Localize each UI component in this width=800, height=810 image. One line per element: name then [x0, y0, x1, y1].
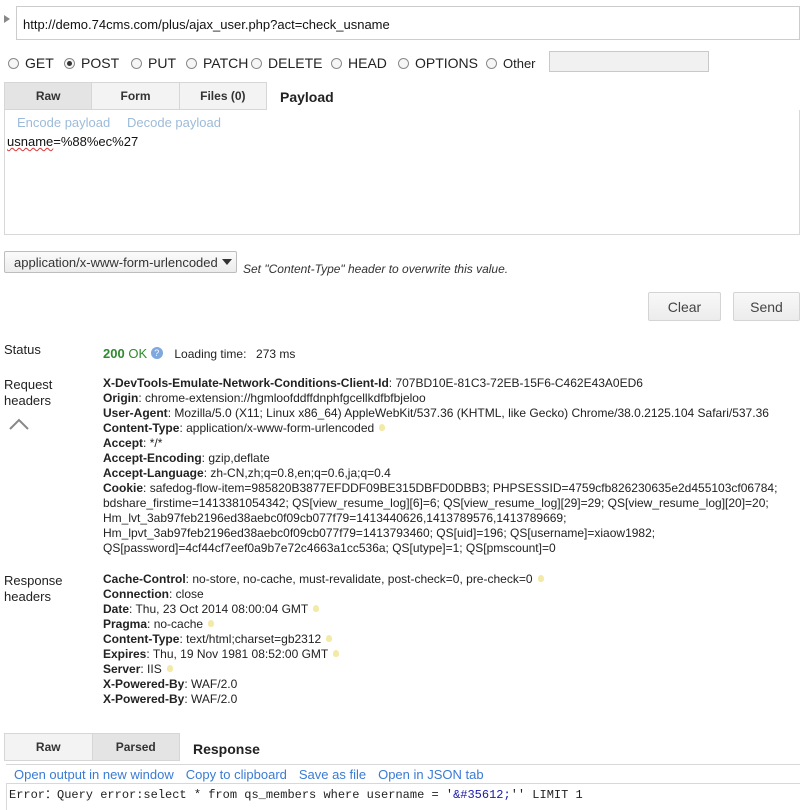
radio-icon — [186, 57, 197, 69]
content-type-hint: Set "Content-Type" header to overwrite t… — [243, 262, 509, 276]
radio-icon — [398, 57, 409, 69]
clear-button[interactable]: Clear — [648, 292, 721, 321]
response-header-row: X-Powered-By: WAF/2.0 — [103, 677, 238, 691]
method-label: PUT — [148, 55, 176, 71]
request-header-row: User-Agent: Mozilla/5.0 (X11; Linux x86_… — [103, 406, 769, 420]
method-label: Other — [503, 55, 536, 71]
radio-checked-icon — [64, 57, 75, 69]
send-button[interactable]: Send — [733, 292, 800, 321]
radio-icon — [486, 57, 497, 69]
response-header-row: X-Powered-By: WAF/2.0 — [103, 692, 238, 706]
method-get-radio[interactable]: GET — [8, 54, 54, 72]
lightbulb-icon[interactable] — [333, 650, 340, 657]
status-line: 200 OK ? Loading time: 273 ms — [103, 346, 295, 361]
response-highlight: &#35612; — [453, 788, 511, 802]
payload-param-name: usname — [7, 134, 54, 149]
lightbulb-icon[interactable] — [379, 424, 386, 431]
tab-raw[interactable]: Raw — [4, 82, 92, 110]
response-headers-label: Response headers — [4, 573, 63, 604]
response-title: Response — [193, 741, 260, 757]
response-header-row: Pragma: no-cache — [103, 617, 215, 632]
payload-toolbar — [4, 110, 800, 131]
response-header-row: Expires: Thu, 19 Nov 1981 08:52:00 GMT — [103, 647, 340, 662]
request-tabbar: Raw Form Files (0) — [4, 82, 267, 110]
method-patch-radio[interactable]: PATCH — [186, 54, 248, 72]
request-header-row: Origin: chrome-extension://hgmloofddffdn… — [103, 391, 426, 405]
request-header-row: Content-Type: application/x-www-form-url… — [103, 421, 386, 436]
tab-response-parsed[interactable]: Parsed — [91, 733, 180, 761]
request-header-row: Accept: */* — [103, 436, 163, 450]
payload-param-value: =%88%ec%27 — [53, 134, 139, 149]
loading-time-label: Loading time: — [174, 347, 247, 361]
open-json-tab-link[interactable]: Open in JSON tab — [378, 767, 484, 782]
open-output-link[interactable]: Open output in new window — [14, 767, 174, 782]
radio-icon — [8, 57, 19, 69]
cookie-continuation: bdshare_firstime=1413381054342; QS[view_… — [103, 496, 769, 510]
request-header-row: Cookie: safedog-flow-item=985820B3877EFD… — [103, 481, 778, 495]
url-input[interactable]: http://demo.74cms.com/plus/ajax_user.php… — [16, 6, 800, 40]
tab-response-raw[interactable]: Raw — [4, 733, 92, 761]
response-header-row: Connection: close — [103, 587, 204, 601]
method-post-radio[interactable]: POST — [64, 54, 119, 72]
request-header-row: Accept-Language: zh-CN,zh;q=0.8,en;q=0.6… — [103, 466, 391, 480]
lightbulb-icon[interactable] — [208, 620, 215, 627]
response-header-row: Date: Thu, 23 Oct 2014 08:00:04 GMT — [103, 602, 320, 617]
cookie-continuation: QS[password]=4cf44cf7eef0a9b7e72c4663a1c… — [103, 541, 556, 555]
decode-payload-link[interactable]: Decode payload — [127, 115, 221, 130]
method-label: HEAD — [348, 55, 387, 71]
status-code: 200 — [103, 346, 125, 361]
request-headers-label: Request headers — [4, 377, 53, 408]
other-method-input[interactable] — [549, 51, 709, 72]
info-icon[interactable]: ? — [150, 347, 163, 359]
method-head-radio[interactable]: HEAD — [331, 54, 387, 72]
url-expand-toggle-icon[interactable] — [4, 15, 10, 23]
request-header-row: Accept-Encoding: gzip,deflate — [103, 451, 270, 465]
response-header-row: Server: IIS — [103, 662, 173, 677]
method-put-radio[interactable]: PUT — [131, 54, 176, 72]
method-other-radio[interactable]: Other — [486, 54, 536, 72]
payload-textarea[interactable]: usname=%88%ec%27 — [4, 131, 800, 235]
request-header-row: X-DevTools-Emulate-Network-Conditions-Cl… — [103, 376, 643, 390]
cookie-continuation: Hm_lpvt_3ab97feb2196ed38aebc0f09cb077f79… — [103, 526, 656, 540]
method-label: POST — [81, 55, 120, 71]
encode-payload-link[interactable]: Encode payload — [17, 115, 110, 130]
method-delete-radio[interactable]: DELETE — [251, 54, 322, 72]
cookie-continuation: Hm_lvt_3ab97feb2196ed38aebc0f09cb077f79=… — [103, 511, 567, 525]
method-label: OPTIONS — [415, 55, 479, 71]
lightbulb-icon[interactable] — [313, 605, 320, 612]
copy-to-clipboard-link[interactable]: Copy to clipboard — [186, 767, 287, 782]
response-body: Error：Query error:select * from qs_membe… — [6, 783, 800, 810]
loading-time-value: 273 ms — [256, 347, 296, 361]
method-label: PATCH — [203, 55, 249, 71]
response-header-row: Cache-Control: no-store, no-cache, must-… — [103, 572, 544, 587]
save-as-file-link[interactable]: Save as file — [299, 767, 366, 782]
method-options-radio[interactable]: OPTIONS — [398, 54, 478, 72]
tab-files[interactable]: Files (0) — [178, 82, 267, 110]
chevron-up-icon[interactable] — [9, 418, 29, 430]
tab-form[interactable]: Form — [91, 82, 179, 110]
lightbulb-icon[interactable] — [166, 665, 173, 672]
lightbulb-icon[interactable] — [326, 635, 333, 642]
method-label: DELETE — [268, 55, 323, 71]
method-label: GET — [25, 55, 54, 71]
content-type-select[interactable]: application/x-www-form-urlencoded — [4, 251, 237, 273]
radio-icon — [331, 57, 342, 69]
chevron-down-icon — [222, 259, 232, 265]
status-text: OK — [128, 346, 148, 361]
payload-title: Payload — [280, 89, 334, 105]
lightbulb-icon[interactable] — [537, 575, 544, 582]
response-header-row: Content-Type: text/html;charset=gb2312 — [103, 632, 333, 647]
response-tabbar: Raw Parsed — [4, 733, 180, 761]
response-toolbar: Open output in new window Copy to clipbo… — [6, 764, 800, 784]
radio-icon — [251, 57, 262, 69]
radio-icon — [131, 57, 142, 69]
status-label: Status — [4, 342, 41, 357]
